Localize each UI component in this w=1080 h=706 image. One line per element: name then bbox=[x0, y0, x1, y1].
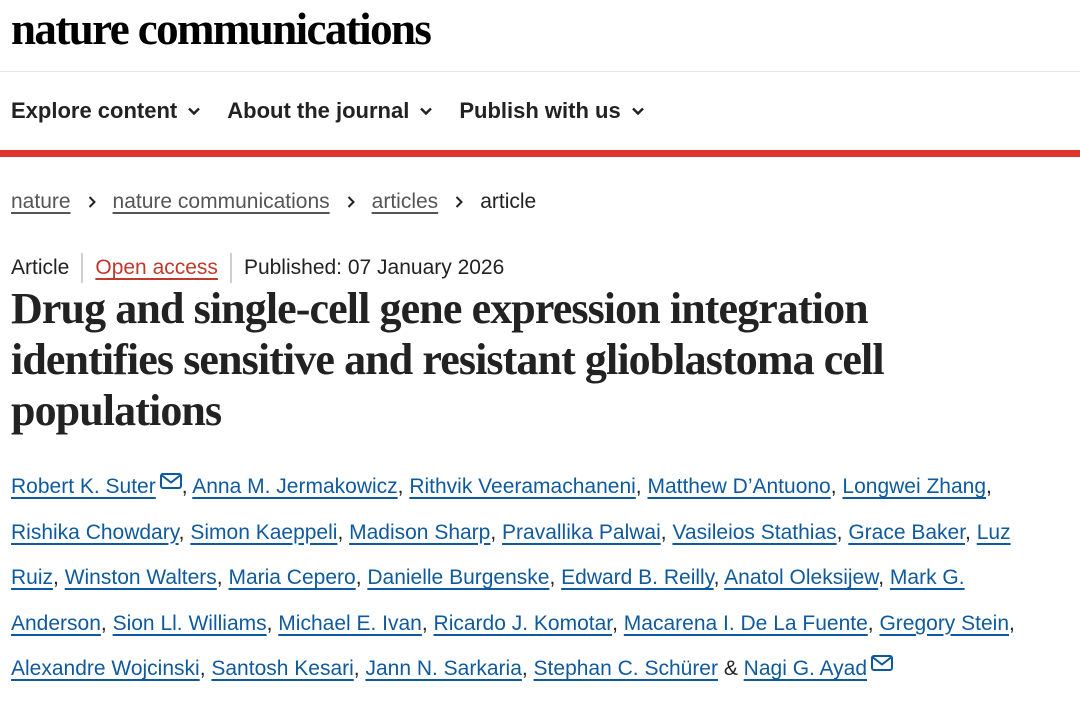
breadcrumb-nature[interactable]: nature bbox=[11, 190, 71, 214]
journal-logo[interactable]: nature communications bbox=[11, 0, 432, 58]
author-link[interactable]: Gregory Stein bbox=[879, 612, 1009, 635]
accent-divider bbox=[0, 150, 1080, 157]
nav-label: About the journal bbox=[227, 98, 410, 123]
author-link[interactable]: Anna M. Jermakowicz bbox=[192, 475, 397, 498]
nav-publish-with-us[interactable]: Publish with us bbox=[459, 98, 644, 124]
author-link[interactable]: Longwei Zhang bbox=[842, 475, 986, 498]
author-link[interactable]: Ricardo J. Komotar bbox=[434, 612, 613, 635]
chevron-down-icon bbox=[420, 107, 433, 116]
chevron-right-icon bbox=[88, 196, 96, 208]
author-link[interactable]: Alexandre Wojcinski bbox=[11, 657, 200, 680]
meta-divider bbox=[81, 253, 84, 283]
author-link[interactable]: Jann N. Sarkaria bbox=[365, 657, 521, 680]
mail-icon[interactable] bbox=[159, 473, 182, 489]
open-access-link[interactable]: Open access bbox=[95, 256, 218, 280]
chevron-right-icon bbox=[347, 196, 355, 208]
chevron-right-icon bbox=[455, 196, 464, 208]
author-link[interactable]: Edward B. Reilly bbox=[561, 566, 714, 589]
article-meta: Article Open access Published: 07 Januar… bbox=[0, 253, 1080, 283]
author-link[interactable]: Macarena I. De La Fuente bbox=[624, 612, 868, 635]
breadcrumb-articles[interactable]: articles bbox=[372, 190, 439, 214]
author-link[interactable]: Santosh Kesari bbox=[211, 657, 353, 680]
meta-divider bbox=[229, 253, 232, 283]
author-link[interactable]: Madison Sharp bbox=[349, 521, 490, 544]
author-ampersand: & bbox=[717, 657, 744, 680]
author-link[interactable]: Simon Kaeppeli bbox=[190, 521, 337, 544]
chevron-down-icon bbox=[631, 107, 644, 116]
author-link[interactable]: Stephan C. Schürer bbox=[534, 657, 718, 680]
author-link[interactable]: Nagi G. Ayad bbox=[744, 657, 867, 680]
breadcrumb: nature nature communications articles ar… bbox=[0, 177, 1080, 227]
author-list: Robert K. Suter, Anna M. Jermakowicz, Ri… bbox=[11, 473, 1015, 680]
author-link[interactable]: Pravallika Palwai bbox=[502, 521, 661, 544]
author-link[interactable]: Anatol Oleksijew bbox=[724, 566, 878, 589]
breadcrumb-nature-communications[interactable]: nature communications bbox=[113, 190, 330, 214]
author-link[interactable]: Robert K. Suter bbox=[11, 475, 156, 498]
nav-about-journal[interactable]: About the journal bbox=[227, 98, 433, 124]
mail-icon[interactable] bbox=[871, 655, 894, 671]
site-header: nature communications bbox=[0, 0, 1080, 72]
author-link[interactable]: Maria Cepero bbox=[228, 566, 355, 589]
nav-label: Publish with us bbox=[459, 98, 621, 123]
author-link[interactable]: Matthew D’Antuono bbox=[647, 475, 830, 498]
author-link[interactable]: Grace Baker bbox=[848, 521, 965, 544]
author-link[interactable]: Winston Walters bbox=[65, 566, 217, 589]
nav-label: Explore content bbox=[11, 98, 178, 123]
author-link[interactable]: Rithvik Veeramachaneni bbox=[409, 475, 635, 498]
chevron-down-icon bbox=[188, 107, 201, 116]
published-date: Published: 07 January 2026 bbox=[243, 256, 505, 279]
author-link[interactable]: Rishika Chowdary bbox=[11, 521, 179, 544]
author-link[interactable]: Michael E. Ivan bbox=[278, 612, 422, 635]
article-title: Drug and single-cell gene expression int… bbox=[11, 284, 885, 435]
article-type: Article bbox=[11, 256, 70, 279]
author-link[interactable]: Sion Ll. Williams bbox=[113, 612, 267, 635]
author-link[interactable]: Vasileios Stathias bbox=[672, 521, 836, 544]
main-navigation: Explore content About the journal Publis… bbox=[0, 72, 1080, 150]
author-link[interactable]: Danielle Burgenske bbox=[367, 566, 549, 589]
breadcrumb-current: article bbox=[480, 190, 537, 213]
nav-explore-content[interactable]: Explore content bbox=[11, 98, 201, 124]
